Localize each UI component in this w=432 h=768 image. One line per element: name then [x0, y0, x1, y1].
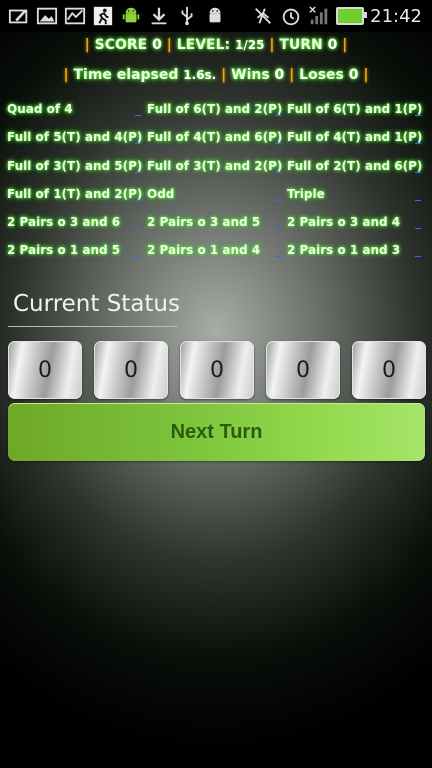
- die-button[interactable]: 0: [352, 341, 426, 399]
- separator: |: [289, 67, 295, 83]
- separator: |: [84, 37, 90, 53]
- alarm-icon: [280, 5, 302, 27]
- separator: |: [166, 37, 172, 53]
- combination-item: 2 Pairs o 1 and 3: [287, 242, 427, 270]
- combination-item: 2 Pairs o 3 and 6: [7, 214, 147, 242]
- combination-row: 2 Pairs o 1 and 5 2 Pairs o 1 and 4 2 Pa…: [7, 242, 427, 270]
- wins-value: 0: [274, 67, 285, 83]
- die-button[interactable]: 0: [8, 341, 82, 399]
- clock-time: 21:42: [370, 5, 422, 27]
- status-bar: 21:42: [0, 0, 432, 32]
- loses-label: Loses: [299, 67, 344, 83]
- separator: |: [269, 37, 275, 53]
- next-turn-button[interactable]: Next Turn: [8, 403, 425, 461]
- signal-icon: [308, 5, 330, 27]
- combination-item: Triple: [287, 186, 427, 214]
- silent-icon: [252, 5, 274, 27]
- status-divider: [8, 326, 178, 327]
- combination-row: Full of 1(T) and 2(P) Odd Triple: [7, 186, 427, 214]
- combination-item: 2 Pairs o 3 and 4: [287, 214, 427, 242]
- score-bar-top: | SCORE 0 | LEVEL: 1/25 | TURN 0 |: [0, 37, 432, 53]
- turn-value: 0: [327, 37, 338, 53]
- current-status-label: Current Status: [13, 291, 180, 317]
- combination-item: Full of 6(T) and 2(P): [147, 102, 283, 116]
- combination-item: Quad of 4: [7, 101, 147, 129]
- time-elapsed-value: 1.6s.: [183, 68, 217, 82]
- combination-item: Full of 4(T) and 6(P): [147, 130, 283, 145]
- combination-item: Full of 5(T) and 4(P): [7, 130, 143, 145]
- image-icon: [36, 5, 58, 27]
- wins-label: Wins: [231, 67, 270, 83]
- combination-row: Full of 5(T) and 4(P) Full of 4(T) and 6…: [7, 129, 427, 157]
- loses-value: 0: [348, 67, 359, 83]
- combination-item: 2 Pairs o 1 and 4: [147, 242, 287, 270]
- dice-row: 0 0 0 0 0: [8, 341, 426, 399]
- combination-item: 2 Pairs o 1 and 5: [7, 242, 147, 270]
- level-value: 1/25: [235, 38, 265, 52]
- score-bar-bottom: | Time elapsed 1.6s. | Wins 0 | Loses 0 …: [0, 67, 432, 83]
- android-icon: [120, 5, 142, 27]
- combination-item: Full of 2(T) and 6(P): [287, 158, 423, 173]
- combination-item: 2 Pairs o 3 and 5: [147, 214, 287, 242]
- download-icon: [148, 5, 170, 27]
- separator: |: [342, 37, 348, 53]
- combination-item: Odd: [147, 186, 287, 214]
- combination-item: Full of 3(T) and 5(P): [7, 158, 143, 173]
- edit-icon: [8, 5, 30, 27]
- level-label: LEVEL:: [176, 37, 231, 53]
- combination-item: Full of 3(T) and 2(P): [147, 158, 283, 173]
- score-value: 0: [152, 37, 162, 53]
- combination-item: Full of 6(T) and 1(P): [287, 102, 423, 116]
- turn-label: TURN: [279, 37, 323, 53]
- combination-item: Full of 1(T) and 2(P): [7, 186, 143, 201]
- separator: |: [363, 67, 369, 83]
- time-elapsed-label: Time elapsed: [73, 67, 179, 83]
- die-button[interactable]: 0: [180, 341, 254, 399]
- chart-icon: [64, 5, 86, 27]
- separator: |: [63, 67, 69, 83]
- combination-row: Full of 3(T) and 5(P) Full of 3(T) and 2…: [7, 158, 427, 186]
- combination-item: Full of 4(T) and 1(P): [287, 130, 423, 145]
- android-debug-icon: [204, 5, 226, 27]
- battery-icon: [336, 7, 368, 25]
- separator: |: [221, 67, 227, 83]
- score-label: SCORE: [94, 37, 148, 53]
- runner-icon: [92, 5, 114, 27]
- usb-icon: [176, 5, 198, 27]
- combination-row: Quad of 4 Full of 6(T) and 2(P) Full of …: [7, 101, 427, 129]
- combination-row: 2 Pairs o 3 and 6 2 Pairs o 3 and 5 2 Pa…: [7, 214, 427, 242]
- combination-list: Quad of 4 Full of 6(T) and 2(P) Full of …: [7, 101, 427, 271]
- die-button[interactable]: 0: [266, 341, 340, 399]
- die-button[interactable]: 0: [94, 341, 168, 399]
